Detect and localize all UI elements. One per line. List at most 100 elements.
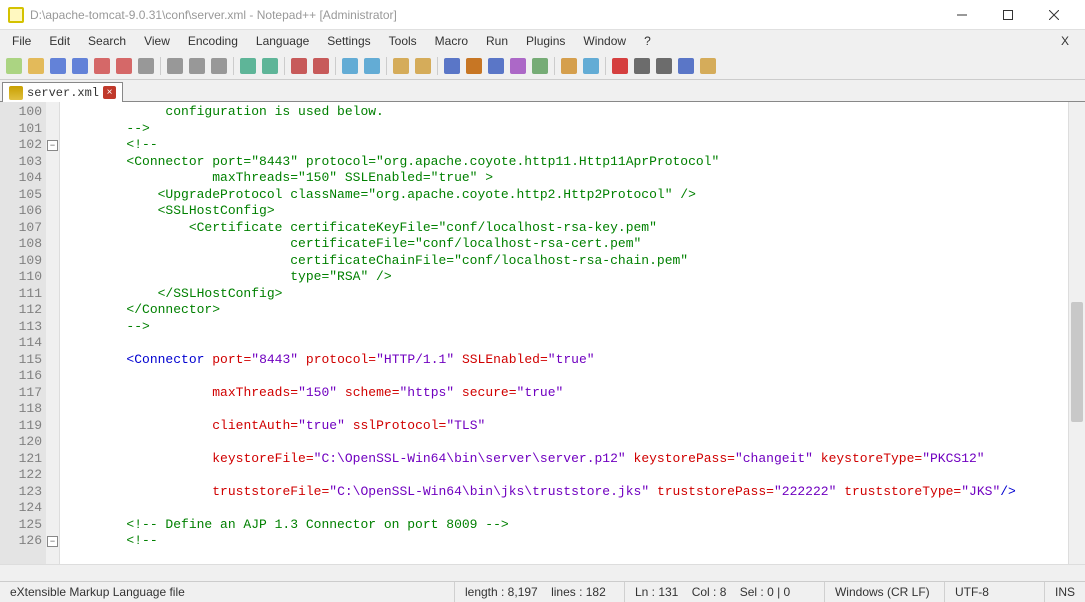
tab-close-icon[interactable]: ×	[103, 86, 116, 99]
code-line[interactable]: </SSLHostConfig>	[64, 286, 1064, 303]
toolbar-lang[interactable]	[508, 56, 528, 76]
fold-gutter-row	[46, 319, 59, 336]
menu-settings[interactable]: Settings	[319, 32, 378, 50]
toolbar-play[interactable]	[654, 56, 674, 76]
fold-gutter-row	[46, 236, 59, 253]
status-bar: eXtensible Markup Language file length :…	[0, 581, 1085, 602]
code-line[interactable]: <!--	[64, 533, 1064, 550]
replace-icon	[313, 58, 329, 74]
code-line[interactable]: maxThreads="150" SSLEnabled="true" >	[64, 170, 1064, 187]
toolbar-copy[interactable]	[187, 56, 207, 76]
code-line[interactable]: -->	[64, 319, 1064, 336]
code-line[interactable]: keystoreFile="C:\OpenSSL-Win64\bin\serve…	[64, 451, 1064, 468]
maximize-button[interactable]	[985, 0, 1031, 30]
menu-[interactable]: ?	[636, 32, 659, 50]
toolbar-wrap[interactable]	[442, 56, 462, 76]
toolbar-sync-v[interactable]	[391, 56, 411, 76]
code-line[interactable]	[64, 434, 1064, 451]
toolbar-save-all[interactable]	[70, 56, 90, 76]
menu-tools[interactable]: Tools	[381, 32, 425, 50]
toolbar-record[interactable]	[610, 56, 630, 76]
menu-encoding[interactable]: Encoding	[180, 32, 246, 50]
wrap-icon	[444, 58, 460, 74]
code-line[interactable]: <Certificate certificateKeyFile="conf/lo…	[64, 220, 1064, 237]
vertical-scrollbar[interactable]	[1068, 102, 1085, 564]
toolbar-new-file[interactable]	[4, 56, 24, 76]
code-line[interactable]: certificateFile="conf/localhost-rsa-cert…	[64, 236, 1064, 253]
code-line[interactable]	[64, 467, 1064, 484]
toolbar-play-multi[interactable]	[676, 56, 696, 76]
toolbar-redo[interactable]	[260, 56, 280, 76]
toolbar-save-macro[interactable]	[698, 56, 718, 76]
toolbar-close-file[interactable]	[92, 56, 112, 76]
menu-plugins[interactable]: Plugins	[518, 32, 573, 50]
code-line[interactable]	[64, 335, 1064, 352]
toolbar-undo[interactable]	[238, 56, 258, 76]
code-line[interactable]: <SSLHostConfig>	[64, 203, 1064, 220]
minimize-button[interactable]	[939, 0, 985, 30]
menu-file[interactable]: File	[4, 32, 39, 50]
fold-gutter-row: −	[46, 137, 59, 154]
menu-close-x[interactable]: X	[1049, 34, 1081, 48]
code-line[interactable]: <UpgradeProtocol className="org.apache.c…	[64, 187, 1064, 204]
fold-toggle-icon[interactable]: −	[47, 536, 58, 547]
menu-language[interactable]: Language	[248, 32, 317, 50]
toolbar-open-file[interactable]	[26, 56, 46, 76]
window-controls	[939, 0, 1077, 30]
toolbar-doc-map[interactable]	[530, 56, 550, 76]
status-length-lines: length : 8,197 lines : 182	[455, 582, 625, 602]
menu-edit[interactable]: Edit	[41, 32, 78, 50]
toolbar-separator	[605, 57, 606, 75]
toolbar-zoom-out[interactable]	[362, 56, 382, 76]
code-content[interactable]: configuration is used below. --> <!-- <C…	[60, 102, 1068, 564]
toolbar-print[interactable]	[136, 56, 156, 76]
toolbar-save-file[interactable]	[48, 56, 68, 76]
line-number: 103	[0, 154, 42, 171]
close-all-icon	[116, 58, 132, 74]
fold-gutter-row	[46, 286, 59, 303]
code-line[interactable]: clientAuth="true" sslProtocol="TLS"	[64, 418, 1064, 435]
code-line[interactable]: </Connector>	[64, 302, 1064, 319]
code-line[interactable]: -->	[64, 121, 1064, 138]
toolbar-paste[interactable]	[209, 56, 229, 76]
close-button[interactable]	[1031, 0, 1077, 30]
eye-icon	[583, 58, 599, 74]
menu-macro[interactable]: Macro	[427, 32, 476, 50]
code-line[interactable]: type="RSA" />	[64, 269, 1064, 286]
code-line[interactable]: certificateChainFile="conf/localhost-rsa…	[64, 253, 1064, 270]
toolbar-indent-guide[interactable]	[486, 56, 506, 76]
window-title: D:\apache-tomcat-9.0.31\conf\server.xml …	[30, 8, 939, 22]
code-line[interactable]: <!--	[64, 137, 1064, 154]
code-line[interactable]: <Connector port="8443" protocol="org.apa…	[64, 154, 1064, 171]
code-line[interactable]: <!-- Define an AJP 1.3 Connector on port…	[64, 517, 1064, 534]
code-line[interactable]	[64, 368, 1064, 385]
fold-gutter-row	[46, 451, 59, 468]
toolbar-replace[interactable]	[311, 56, 331, 76]
fold-gutter-row	[46, 385, 59, 402]
toolbar-zoom-in[interactable]	[340, 56, 360, 76]
code-line[interactable]: maxThreads="150" scheme="https" secure="…	[64, 385, 1064, 402]
toolbar-folder[interactable]	[559, 56, 579, 76]
menu-search[interactable]: Search	[80, 32, 134, 50]
toolbar-eye[interactable]	[581, 56, 601, 76]
menu-run[interactable]: Run	[478, 32, 516, 50]
toolbar-close-all[interactable]	[114, 56, 134, 76]
menu-bar: FileEditSearchViewEncodingLanguageSettin…	[0, 30, 1085, 52]
tab-server-xml[interactable]: server.xml ×	[2, 82, 123, 102]
fold-toggle-icon[interactable]: −	[47, 140, 58, 151]
toolbar-sync-h[interactable]	[413, 56, 433, 76]
toolbar-find[interactable]	[289, 56, 309, 76]
toolbar-all-chars[interactable]	[464, 56, 484, 76]
menu-window[interactable]: Window	[575, 32, 634, 50]
code-line[interactable]: <Connector port="8443" protocol="HTTP/1.…	[64, 352, 1064, 369]
menu-view[interactable]: View	[136, 32, 178, 50]
code-line[interactable]	[64, 500, 1064, 517]
toolbar-cut[interactable]	[165, 56, 185, 76]
code-line[interactable]	[64, 401, 1064, 418]
toolbar-stop[interactable]	[632, 56, 652, 76]
fold-gutter-row	[46, 121, 59, 138]
horizontal-scrollbar[interactable]	[0, 564, 1085, 581]
vertical-scroll-thumb[interactable]	[1071, 302, 1083, 422]
code-line[interactable]: truststoreFile="C:\OpenSSL-Win64\bin\jks…	[64, 484, 1064, 501]
code-line[interactable]: configuration is used below.	[64, 104, 1064, 121]
